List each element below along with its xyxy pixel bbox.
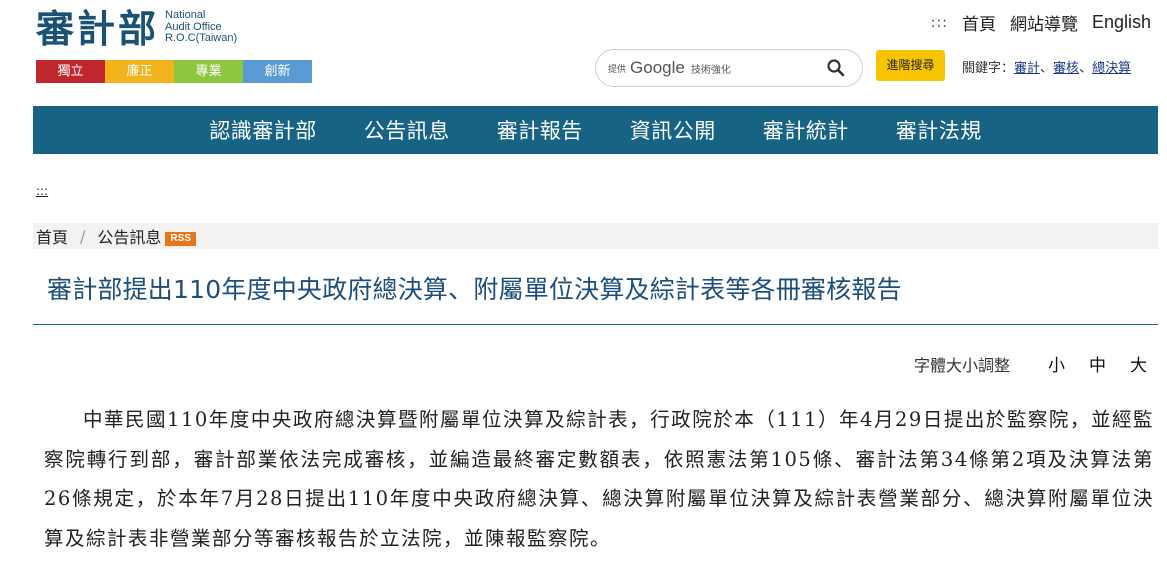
nav-item-audit-reports[interactable]: 審計報告 xyxy=(497,115,583,145)
top-links: ::: 首頁 網站導覽 English xyxy=(931,10,1151,35)
nav-item-announcements[interactable]: 公告訊息 xyxy=(364,115,450,145)
search-suffix: 技術強化 xyxy=(690,64,731,76)
tag-independence: 獨立 xyxy=(36,60,105,83)
google-brand: Google xyxy=(630,58,685,77)
title-divider xyxy=(33,324,1158,325)
keyword-link[interactable]: 審計 xyxy=(1014,61,1040,76)
english-link[interactable]: English xyxy=(1092,12,1151,33)
keywords: 關鍵字：審計、審核、總決算 xyxy=(962,61,1132,76)
font-size-large-button[interactable]: 大 xyxy=(1130,351,1147,376)
breadcrumb: 首頁 / 公告訊息 RSS xyxy=(33,223,1158,249)
nav-item-public-info[interactable]: 資訊公開 xyxy=(630,115,716,145)
keyword-link[interactable]: 總決算 xyxy=(1092,61,1131,76)
tag-professionalism: 專業 xyxy=(174,60,243,83)
page-title: 審計部提出110年度中央政府總決算、附屬單位決算及綜計表等各冊審核報告 xyxy=(47,275,902,304)
search-prefix: 提供 xyxy=(608,64,627,75)
sitemap-link[interactable]: 網站導覽 xyxy=(1010,10,1078,35)
breadcrumb-separator: / xyxy=(80,226,86,246)
font-size-small-button[interactable]: 小 xyxy=(1048,351,1065,376)
nav-item-regulations[interactable]: 審計法規 xyxy=(896,115,982,145)
tag-integrity: 廉正 xyxy=(105,60,174,83)
advanced-search-button[interactable]: 進階搜尋 xyxy=(876,50,945,81)
home-link[interactable]: 首頁 xyxy=(962,10,996,35)
font-size-label: 字體大小調整 xyxy=(913,355,1010,375)
main-nav: 認識審計部 公告訊息 審計報告 資訊公開 審計統計 審計法規 xyxy=(33,106,1158,154)
search-box[interactable]: 提供 Google 技術強化 xyxy=(595,49,863,87)
font-size-control: 字體大小調整 小 中 大 xyxy=(913,351,1147,377)
accesskey-top[interactable]: ::: xyxy=(931,15,948,31)
core-values-tags: 獨立 廉正 專業 創新 xyxy=(36,60,312,83)
accesskey-center[interactable]: ::: xyxy=(36,184,48,198)
rss-icon[interactable]: RSS xyxy=(165,232,196,246)
site-logo[interactable]: 審計部 National Audit Office R.O.C(Taiwan) xyxy=(36,6,237,52)
article-body: 中華民國110年度中央政府總決算暨附屬單位決算及綜計表，行政院於本（111）年4… xyxy=(44,408,1154,550)
logo-english-name: National Audit Office R.O.C(Taiwan) xyxy=(165,9,238,44)
keyword-link[interactable]: 審核 xyxy=(1053,61,1079,76)
font-size-medium-button[interactable]: 中 xyxy=(1089,351,1106,376)
breadcrumb-current[interactable]: 公告訊息 xyxy=(97,224,161,248)
nav-item-about[interactable]: 認識審計部 xyxy=(209,115,317,145)
breadcrumb-home[interactable]: 首頁 xyxy=(36,224,68,248)
search-input[interactable] xyxy=(730,60,795,76)
logo-chinese-name: 審計部 xyxy=(36,6,160,51)
search-icon[interactable] xyxy=(826,58,846,78)
tag-innovation: 創新 xyxy=(243,60,312,83)
nav-item-statistics[interactable]: 審計統計 xyxy=(763,115,849,145)
keywords-label: 關鍵字： xyxy=(962,61,1015,76)
